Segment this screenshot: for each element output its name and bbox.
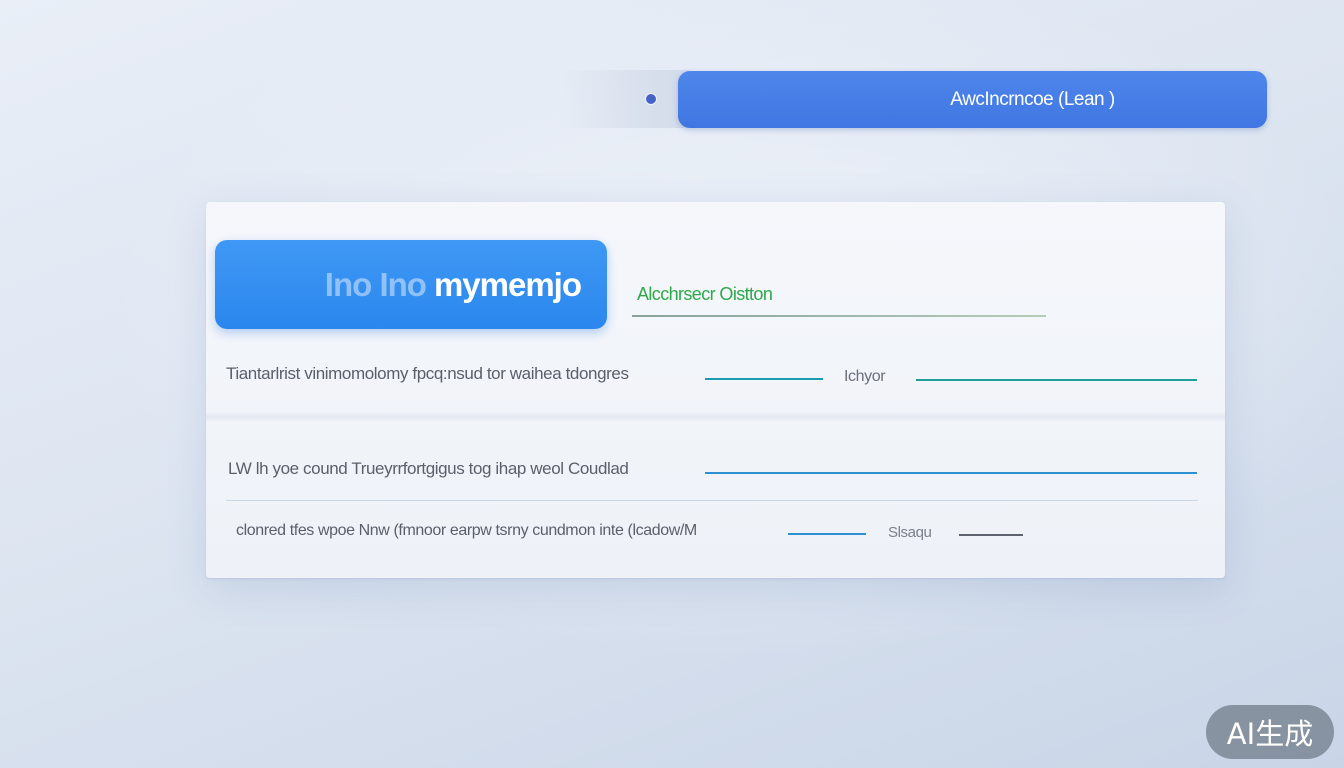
brand-ghost-text: Ino Ino [324,265,427,303]
primary-action-button[interactable]: AwcIncrncoe (Lean ) [678,71,1267,128]
row-3-input-line[interactable] [788,533,866,535]
row-1-side-input-line[interactable] [916,379,1197,381]
row-3-side-label: Slsaqu [888,524,932,541]
top-bar-strip [560,70,690,128]
row-1-input-line[interactable] [705,378,823,380]
row-3-text: clonred tfes wpoe Nnw (fmnoor earpw tsrn… [236,522,697,539]
row-3-side-input-line[interactable] [959,534,1023,536]
main-card: Ino Ino mymemjo Alcchrsecr Oistton Tiant… [206,202,1225,578]
ai-generated-watermark: AI生成 [1206,705,1334,759]
card-separator-band [206,412,1225,422]
row-2-text: LW lh yoe cound Trueyrrfortgigus tog iha… [228,459,629,478]
row-1-text: Tiantarlrist vinimomolomy fpcq:nsud tor … [226,364,629,383]
row-1-side-label: Ichyor [844,368,886,385]
brand-button-label: mymemjo [433,265,582,303]
primary-action-button-label: AwcIncrncoe (Lean ) [950,88,1115,110]
status-dot-icon [646,94,656,104]
row-2-input-line[interactable] [705,472,1197,474]
brand-button[interactable]: Ino Ino mymemjo [215,240,607,329]
tab-underline [632,315,1046,317]
row-divider [226,500,1198,501]
tab-active[interactable]: Alcchrsecr Oistton [637,284,773,305]
